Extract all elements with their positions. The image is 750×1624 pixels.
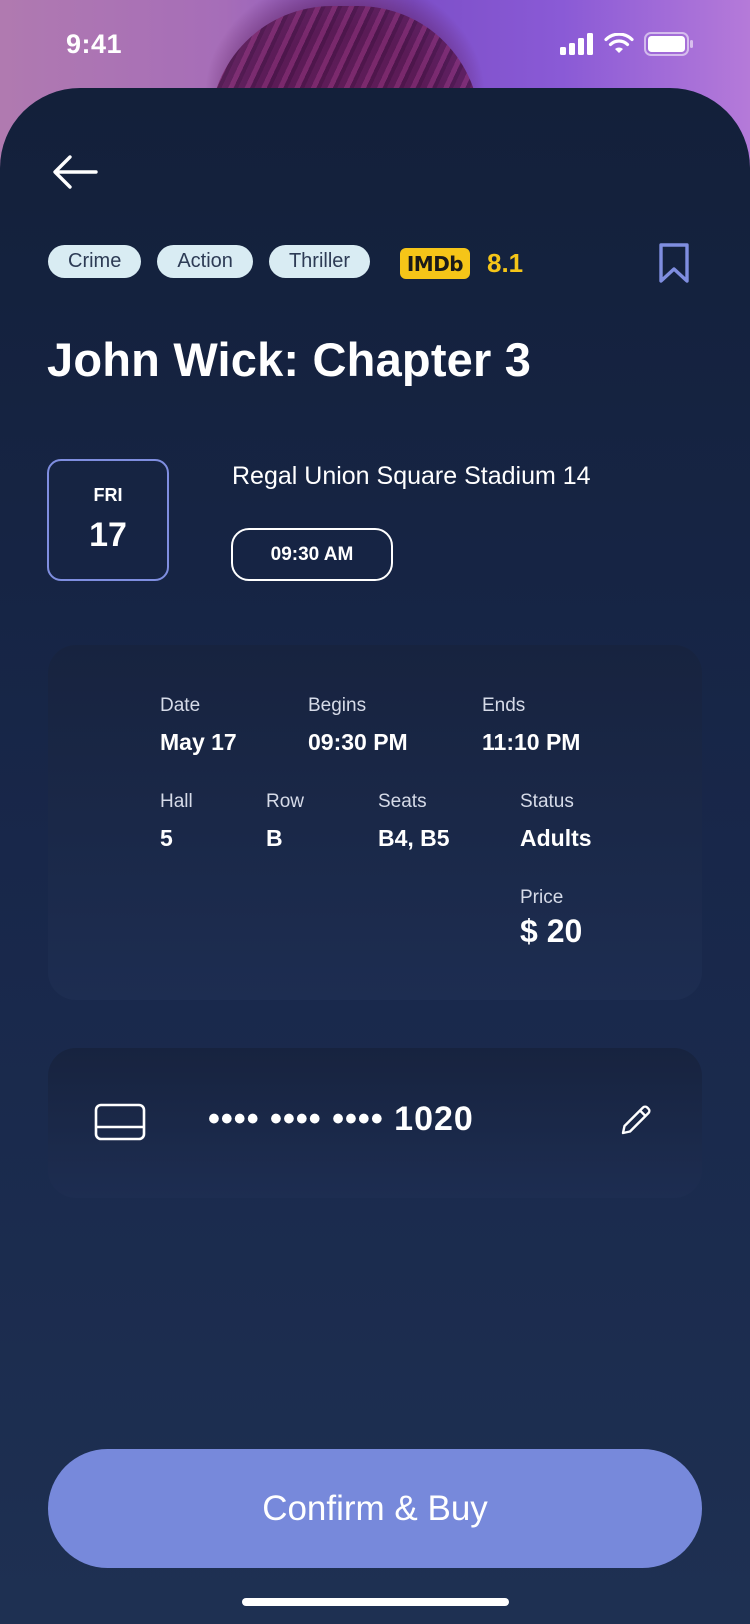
arrow-left-icon — [53, 155, 98, 189]
price-value: $ 20 — [520, 913, 583, 949]
status-time: 9:41 — [66, 28, 123, 59]
detail-value: B — [266, 825, 283, 851]
card-number: •••• •••• •••• 1020 — [208, 1100, 474, 1138]
back-button[interactable] — [50, 152, 100, 192]
confirm-buy-button[interactable]: Confirm & Buy — [48, 1449, 702, 1568]
detail-label: Seats — [378, 791, 427, 812]
detail-value: Adults — [520, 825, 592, 851]
cellular-signal-icon — [560, 33, 593, 55]
detail-value: 09:30 PM — [308, 729, 408, 755]
home-indicator — [242, 1598, 509, 1606]
imdb-rating: IMDb 8.1 — [400, 248, 523, 279]
detail-value: May 17 — [160, 729, 237, 755]
genre-tags: Crime Action Thriller — [48, 245, 371, 278]
detail-label: Price — [520, 887, 564, 908]
date-day-number: 17 — [89, 516, 127, 554]
battery-icon — [644, 32, 693, 56]
movie-title: John Wick: Chapter 3 — [47, 333, 532, 386]
detail-status: Status Adults — [520, 791, 592, 852]
detail-date: Date May 17 — [160, 695, 237, 756]
detail-row: Row B — [266, 791, 304, 852]
bookmark-icon — [659, 243, 689, 283]
detail-label: Row — [266, 791, 305, 812]
detail-hall: Hall 5 — [160, 791, 193, 852]
detail-label: Date — [160, 695, 201, 716]
wifi-icon — [604, 33, 634, 53]
credit-card-icon — [94, 1103, 146, 1141]
detail-seats: Seats B4, B5 — [378, 791, 450, 852]
detail-label: Ends — [482, 695, 526, 716]
bookmark-button[interactable] — [658, 242, 690, 289]
genre-tag: Action — [157, 245, 253, 278]
cinema-name: Regal Union Square Stadium 14 — [232, 462, 591, 490]
detail-price: Price $ 20 — [520, 887, 582, 950]
status-bar: 9:41 — [0, 0, 750, 88]
date-weekday: FRI — [93, 485, 123, 505]
detail-label: Begins — [308, 695, 367, 716]
ticket-details-card: Date May 17 Begins 09:30 PM Ends 11:10 P… — [48, 645, 702, 1000]
date-selector[interactable]: FRI 17 — [47, 459, 169, 581]
imdb-score: 8.1 — [487, 248, 524, 278]
showtime-button[interactable]: 09:30 AM — [231, 528, 393, 581]
genre-tag: Thriller — [268, 245, 371, 278]
detail-value: B4, B5 — [378, 825, 450, 851]
payment-method-card[interactable]: •••• •••• •••• 1020 — [48, 1048, 702, 1198]
detail-label: Hall — [160, 791, 193, 812]
genre-tag: Crime — [48, 245, 142, 278]
imdb-logo: IMDb — [400, 248, 470, 279]
detail-ends: Ends 11:10 PM — [482, 695, 580, 756]
detail-value: 11:10 PM — [482, 729, 581, 755]
status-icons — [560, 32, 694, 56]
pencil-icon[interactable] — [618, 1102, 654, 1138]
detail-label: Status — [520, 791, 574, 812]
detail-begins: Begins 09:30 PM — [308, 695, 408, 756]
detail-value: 5 — [160, 825, 173, 851]
